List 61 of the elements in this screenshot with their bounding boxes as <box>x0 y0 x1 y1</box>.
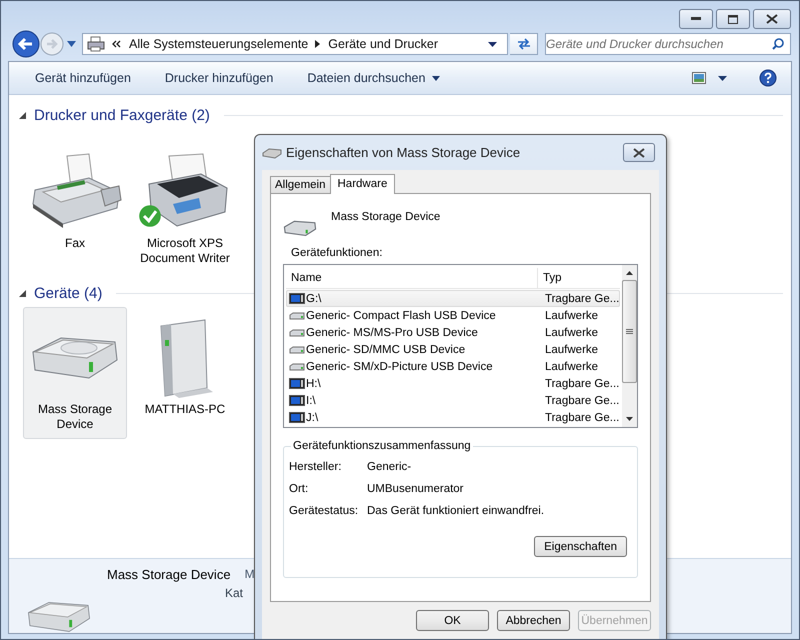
field-value: UMBusenumerator <box>367 483 464 495</box>
column-header[interactable]: Name <box>286 268 538 288</box>
list-row[interactable]: H:\ Tragbare Ge... <box>286 375 620 392</box>
toolbar-button[interactable]: Dateien durchsuchen <box>299 66 448 90</box>
device-item[interactable]: Microsoft XPS Document Writer <box>133 141 237 273</box>
table-cell: Laufwerke <box>545 360 598 372</box>
device-label: Mass Storage Device <box>36 402 114 432</box>
field-label: Gerätestatus: <box>289 505 360 517</box>
device-item[interactable]: MATTHIAS-PC <box>133 307 237 439</box>
device-label: Fax <box>64 236 85 251</box>
group-header[interactable]: Drucker und Faxgeräte (2) <box>34 106 210 124</box>
detail-text: Kat <box>225 586 244 600</box>
table-cell: J:\ <box>306 412 318 424</box>
tab[interactable]: Hardware <box>330 174 396 194</box>
device-name: Mass Storage Device <box>331 211 440 223</box>
table-cell: Generic- SM/xD-Picture USB Device <box>306 360 493 372</box>
table-cell: Tragbare Ge... <box>545 292 620 304</box>
device-label: Microsoft XPS Document Writer <box>139 236 231 266</box>
detail-text: M <box>244 567 255 582</box>
table-cell: I:\ <box>306 394 316 406</box>
list-row[interactable]: J:\ Tragbare Ge... <box>286 409 620 426</box>
device-label: MATTHIAS-PC <box>144 402 226 417</box>
table-cell: Generic- MS/MS-Pro USB Device <box>306 326 478 338</box>
tab[interactable]: Allgemein <box>270 176 330 193</box>
list-row[interactable]: G:\ Tragbare Ge... <box>286 290 620 307</box>
dialog-button[interactable]: OK <box>416 610 489 631</box>
device-name: Mass Storage Device <box>107 567 231 582</box>
search-field[interactable]: Geräte und Drucker durchsuchen <box>545 33 791 55</box>
device-item[interactable]: Mass Storage Device <box>23 307 127 439</box>
field-value: Das Gerät funktioniert einwandfrei. <box>367 505 544 517</box>
table-cell: G:\ <box>306 292 322 304</box>
dialog-title: Eigenschaften von Mass Storage Device <box>286 145 520 160</box>
group-title: Gerätefunktionszusammenfassung <box>292 440 472 452</box>
toolbar-button[interactable]: Drucker hinzufügen <box>156 66 282 90</box>
list-row[interactable]: I:\ Tragbare Ge... <box>286 392 620 409</box>
address-bar[interactable]: Alle Systemsteuerungselemente Geräte und Drucker <box>82 33 508 55</box>
list-row[interactable]: Generic- SM/xD-Picture USB Device Laufwerke <box>286 358 620 375</box>
field-value: Generic- <box>367 461 412 473</box>
list-row[interactable]: Generic- Compact Flash USB Device Laufwerke <box>286 307 620 324</box>
table-cell: Laufwerke <box>545 310 598 322</box>
table-cell: Tragbare Ge... <box>545 378 620 390</box>
field-label: Hersteller: <box>289 461 342 473</box>
list-row[interactable]: Generic- SD/MMC USB Device Laufwerke <box>286 341 620 358</box>
list-label: Gerätefunktionen: <box>291 247 384 259</box>
list-row[interactable]: Generic- MS/MS-Pro USB Device Laufwerke <box>286 324 620 341</box>
breadcrumb-item[interactable]: Geräte und Drucker <box>328 37 438 51</box>
group-header[interactable]: Geräte (4) <box>34 284 102 302</box>
column-header[interactable]: Typ <box>538 268 620 288</box>
toolbar-button[interactable]: Gerät hinzufügen <box>27 66 139 90</box>
table-cell: Laufwerke <box>545 344 598 356</box>
table-cell: H:\ <box>306 378 321 390</box>
table-cell: Generic- Compact Flash USB Device <box>306 310 496 322</box>
table-cell: Tragbare Ge... <box>545 394 620 406</box>
field-label: Ort: <box>289 483 310 495</box>
dialog-button[interactable]: Abbrechen <box>497 610 570 631</box>
breadcrumb-item[interactable]: Alle Systemsteuerungselemente <box>129 37 308 51</box>
table-cell: Generic- SD/MMC USB Device <box>306 344 466 356</box>
table-cell: Laufwerke <box>545 326 598 338</box>
table-cell: Tragbare Ge... <box>545 412 620 424</box>
device-item[interactable]: Fax <box>23 141 127 273</box>
properties-button[interactable]: Eigenschaften <box>534 536 627 557</box>
